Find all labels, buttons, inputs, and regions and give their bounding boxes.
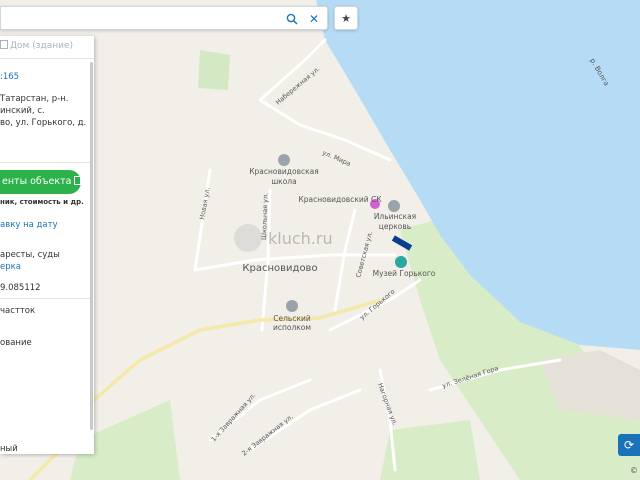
club-label: Красновидовский СК — [298, 195, 382, 204]
street-shkolnaya: Школьная ул. — [260, 193, 270, 240]
search-button[interactable] — [283, 10, 301, 28]
tab-building[interactable]: Дом (здание) — [0, 40, 73, 56]
refresh-icon: ⟳ — [623, 438, 635, 452]
address-line-2: инский, с. — [0, 106, 45, 116]
church-label-line2: церковь — [379, 222, 411, 231]
school-icon[interactable] — [278, 154, 290, 166]
search-icon — [286, 13, 298, 25]
rural-committee-line1: Сельский — [273, 314, 311, 323]
object-documents-button[interactable]: енты объекта — [0, 170, 82, 194]
copyright: © — [630, 466, 638, 475]
church-icon[interactable] — [388, 200, 400, 212]
museum-icon[interactable] — [395, 256, 407, 268]
rural-committee-line2: исполком — [273, 323, 311, 332]
report-subtitle: ник, стоимость и др. — [0, 198, 84, 206]
date-statement-link[interactable]: авку на дату — [0, 220, 58, 230]
arrests-label: аресты, суды — [0, 250, 60, 260]
document-icon — [74, 176, 82, 185]
close-icon: ✕ — [308, 12, 320, 26]
bottom-label: ный — [0, 444, 18, 454]
village-label: Красновидово — [242, 263, 317, 274]
map-canvas[interactable]: kluch.ru Красновидовская школа Красновид… — [0, 0, 640, 480]
check-link[interactable]: ерка — [0, 262, 21, 272]
search-bar: ✕ — [0, 6, 328, 30]
museum-label: Музей Горького — [373, 269, 436, 278]
value-fragment: 9.085112 — [0, 283, 41, 293]
divider — [0, 162, 92, 163]
address-line-3: во, ул. Горького, д. — [0, 118, 87, 128]
address-line-1: Татарстан, р-н. — [0, 94, 69, 104]
map-watermark: kluch.ru — [268, 229, 333, 248]
clear-button[interactable]: ✕ — [305, 10, 323, 28]
building-icon — [0, 40, 8, 49]
object-panel: Дом (здание) :165 Татарстан, р-н. инский… — [0, 36, 94, 454]
school-label-line1: Красновидовская — [249, 167, 319, 176]
search-input[interactable] — [5, 9, 275, 27]
panel-scrollbar[interactable] — [90, 62, 93, 430]
star-icon: ★ — [341, 11, 351, 25]
church-label-line1: Ильинская — [374, 212, 416, 221]
favorite-button[interactable]: ★ — [334, 6, 358, 30]
school-label-line2: школа — [271, 177, 296, 186]
usage-label: ование — [0, 338, 32, 348]
divider — [0, 298, 92, 299]
tab-divider — [0, 58, 94, 59]
cadastral-number-link[interactable]: :165 — [0, 72, 19, 82]
refresh-button[interactable]: ⟳ — [618, 434, 640, 456]
land-label: частток — [0, 306, 36, 316]
rural-committee-icon[interactable] — [286, 300, 298, 312]
